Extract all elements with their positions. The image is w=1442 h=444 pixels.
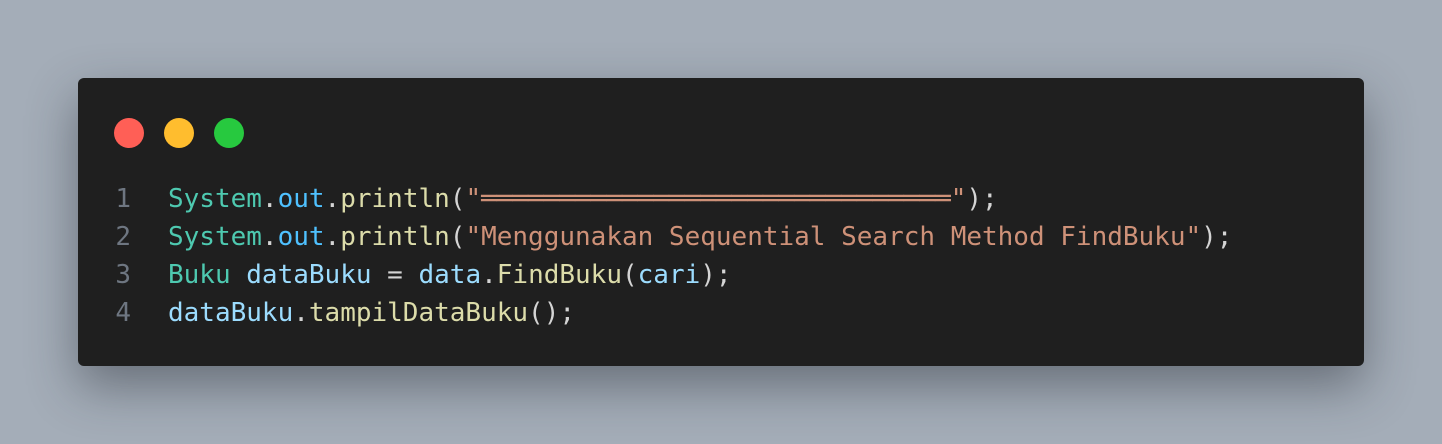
code-token-string: "Menggunakan Sequential Search Method Fi… (465, 222, 1202, 252)
code-text: Buku dataBuku = data.FindBuku(cari); (168, 256, 732, 294)
code-token-punct: ); (700, 260, 732, 290)
window-controls (114, 118, 244, 148)
code-token-punct: = (371, 260, 419, 290)
code-token-punct: . (481, 260, 497, 290)
code-token-punct: (); (528, 298, 576, 328)
code-text: System.out.println("════════════════════… (168, 180, 998, 218)
code-token-punct: . (324, 222, 341, 252)
code-line: 2 System.out.println("Menggunakan Sequent… (78, 218, 1232, 256)
minimize-dot[interactable] (164, 118, 194, 148)
code-token-class: System (168, 222, 262, 252)
code-token-punct: . (261, 184, 278, 214)
line-number: 4 (115, 298, 131, 328)
code-token-punct: . (293, 298, 309, 328)
line-number: 2 (115, 222, 131, 252)
line-number: 3 (115, 260, 131, 290)
code-token-punct: ( (449, 222, 466, 252)
line-number: 1 (115, 184, 131, 214)
code-token-method: tampilDataBuku (308, 298, 529, 328)
code-token-field: out (277, 222, 325, 252)
maximize-dot[interactable] (214, 118, 244, 148)
code-token-variable: cari (637, 260, 701, 290)
code-token-method: println (340, 184, 450, 214)
code-window: 1 System.out.println("═══════════════════… (78, 78, 1364, 366)
code-token-variable: dataBuku (168, 298, 294, 328)
code-token-variable: dataBuku (246, 260, 372, 290)
code-text: System.out.println("Menggunakan Sequenti… (168, 218, 1232, 256)
code-text: dataBuku.tampilDataBuku(); (168, 294, 575, 332)
code-block: 1 System.out.println("═══════════════════… (78, 180, 1232, 332)
code-token-field: out (277, 184, 325, 214)
code-token-punct (231, 260, 247, 290)
code-token-class: Buku (168, 260, 231, 290)
code-token-punct: ); (966, 184, 998, 214)
code-token-punct: ( (449, 184, 466, 214)
code-token-string: "══════════════════════════════" (465, 184, 967, 214)
code-token-punct: . (324, 184, 341, 214)
code-line: 4 dataBuku.tampilDataBuku(); (78, 294, 1232, 332)
code-line: 1 System.out.println("═══════════════════… (78, 180, 1232, 218)
code-line: 3 Buku dataBuku = data.FindBuku(cari); (78, 256, 1232, 294)
code-token-method: println (340, 222, 450, 252)
code-token-variable: data (418, 260, 482, 290)
close-dot[interactable] (114, 118, 144, 148)
code-token-method: FindBuku (496, 260, 622, 290)
code-token-punct: . (261, 222, 278, 252)
code-token-punct: ( (622, 260, 638, 290)
code-token-class: System (168, 184, 262, 214)
code-token-punct: ); (1201, 222, 1233, 252)
